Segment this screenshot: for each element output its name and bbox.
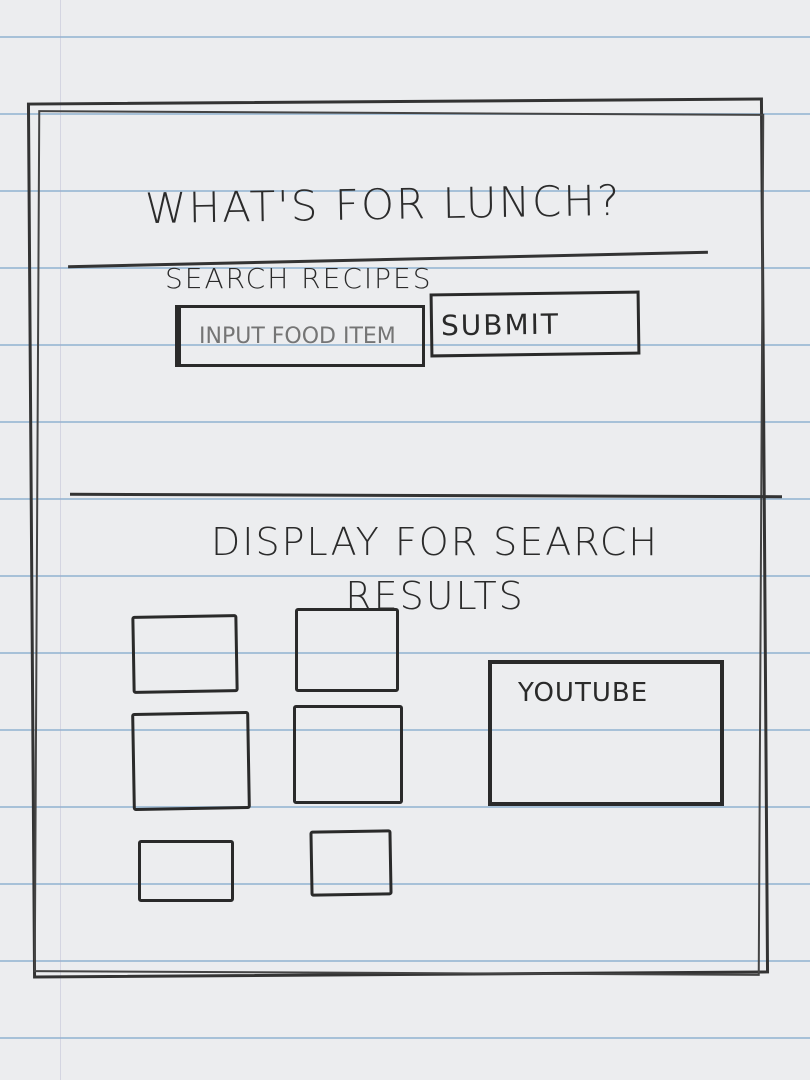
youtube-video-box[interactable]: YOUTUBE [488,660,724,806]
result-card[interactable] [309,829,393,897]
page-title: WHAT'S FOR LUNCH? [144,175,622,234]
result-card[interactable] [138,840,234,902]
submit-button[interactable]: SUBMIT [429,290,641,358]
result-card[interactable] [131,710,251,812]
search-label: SEARCH RECIPES [165,262,433,295]
results-title: DISPLAY FOR SEARCH RESULTS [211,520,659,618]
result-card[interactable] [295,608,399,692]
result-card[interactable] [131,614,239,694]
food-item-input[interactable] [175,305,425,367]
result-card[interactable] [293,705,403,804]
youtube-label: YOUTUBE [518,678,649,708]
